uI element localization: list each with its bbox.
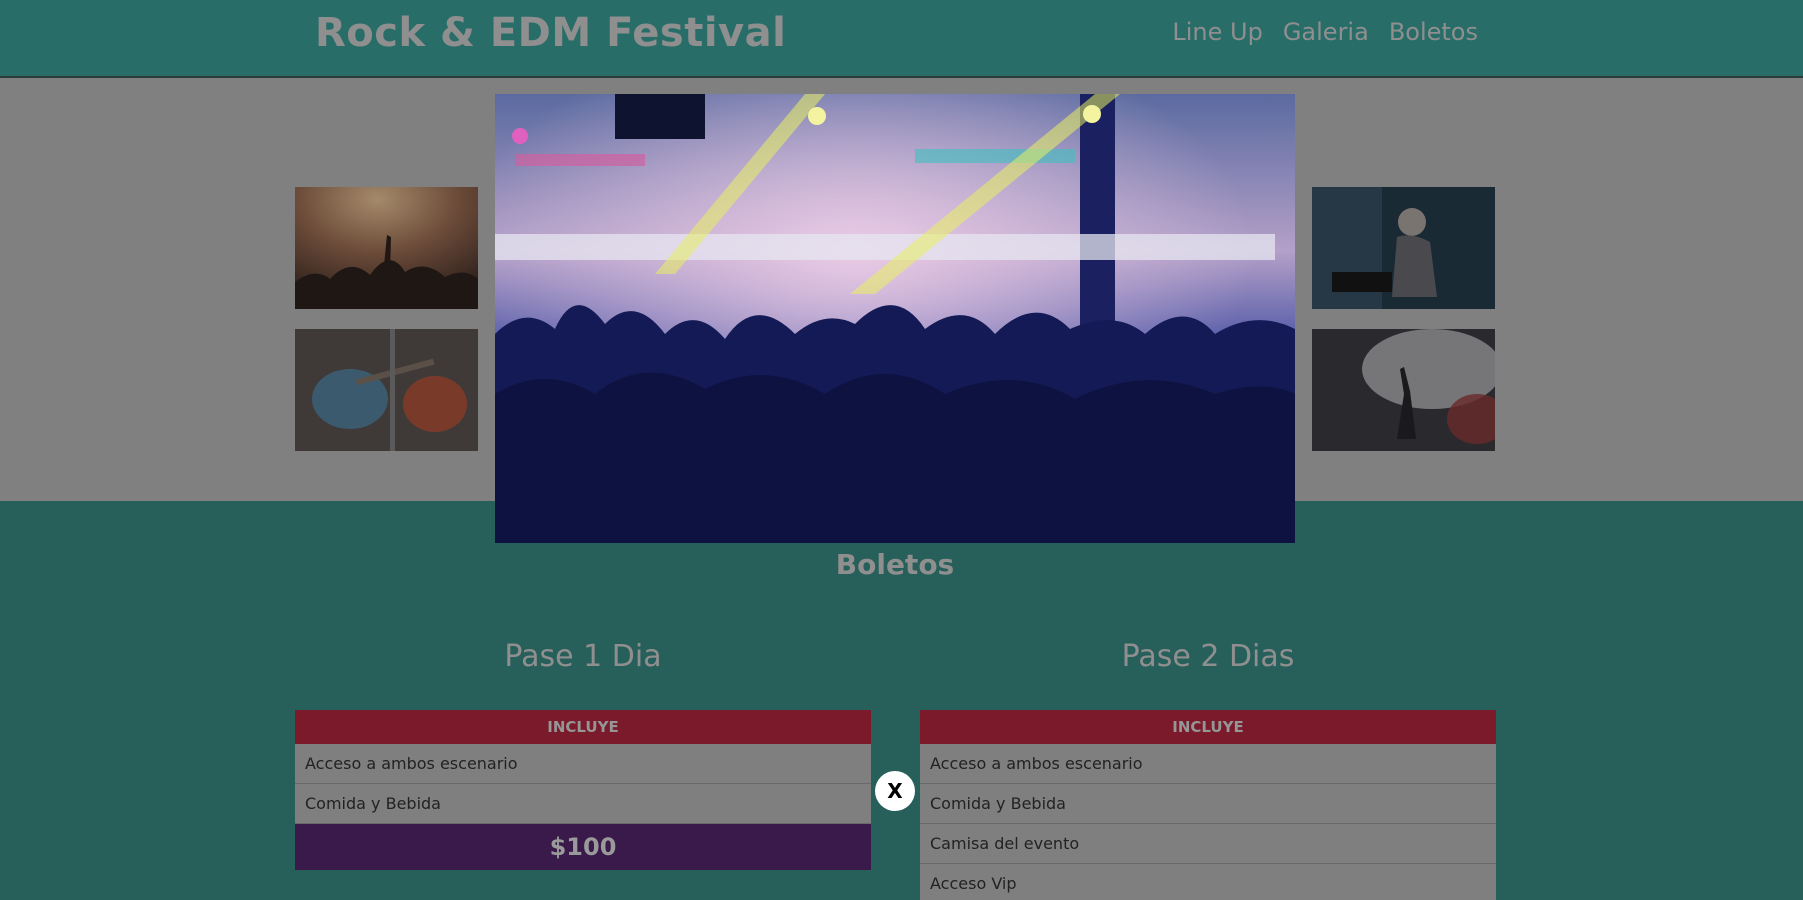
pass-1-day-title: Pase 1 Dia [504,639,662,674]
site-title[interactable]: Rock & EDM Festival [315,10,786,56]
includes-item: Acceso a ambos escenario [295,744,871,784]
site-header: Rock & EDM Festival Line Up Galeria Bole… [0,0,1803,78]
includes-item: Comida y Bebida [920,784,1496,824]
includes-item: Acceso a ambos escenario [920,744,1496,784]
pass-1-day-card: INCLUYE Acceso a ambos escenario Comida … [295,710,871,870]
includes-item: Camisa del evento [920,824,1496,864]
pass-2-days-title: Pase 2 Dias [1121,639,1295,674]
gallery-thumb-dj[interactable] [1312,187,1495,309]
gallery-thumb-guitarists[interactable] [295,329,478,451]
nav-link-galeria[interactable]: Galeria [1283,18,1369,46]
tickets-section-title: Boletos [835,548,955,581]
main-nav: Line Up Galeria Boletos [1172,18,1478,46]
modal-close-button[interactable]: X [875,771,915,811]
nav-link-line-up[interactable]: Line Up [1172,18,1262,46]
nav-link-boletos[interactable]: Boletos [1389,18,1478,46]
includes-item: Acceso Vip [920,864,1496,900]
price-label: $100 [295,824,871,870]
includes-header: INCLUYE [920,710,1496,744]
gallery-thumb-crowd-hands[interactable] [295,187,478,309]
includes-header: INCLUYE [295,710,871,744]
includes-item: Comida y Bebida [295,784,871,824]
modal-enlarged-image [495,94,1295,543]
pass-2-days-card: INCLUYE Acceso a ambos escenario Comida … [920,710,1496,900]
close-icon: X [887,779,903,803]
gallery-thumb-smoke-performer[interactable] [1312,329,1495,451]
